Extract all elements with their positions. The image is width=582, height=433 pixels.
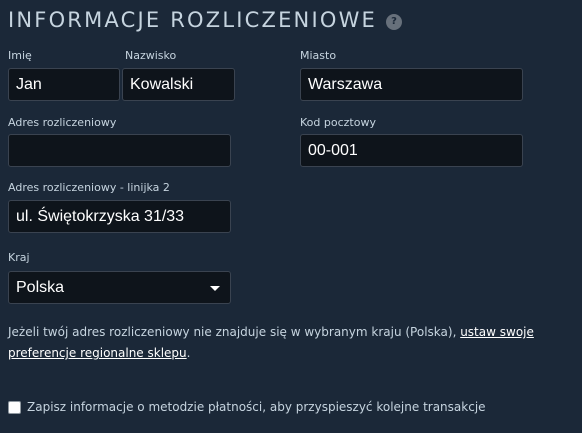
postal-code-input[interactable]: 00-001 [300, 134, 523, 167]
caret-down-icon [210, 286, 220, 291]
address2-label: Adres rozliczeniowy - linijka 2 [8, 181, 170, 194]
postal-code-label: Kod pocztowy [300, 116, 376, 129]
last-name-label: Nazwisko [125, 49, 177, 62]
region-notice-text: Jeżeli twój adres rozliczeniowy nie znaj… [8, 325, 461, 339]
city-label: Miasto [300, 49, 337, 62]
address-input[interactable] [8, 134, 231, 167]
country-select-value: Polska [16, 279, 65, 296]
region-notice-suffix: . [186, 346, 191, 360]
country-select[interactable]: Polska [8, 271, 231, 304]
country-label: Kraj [8, 251, 30, 264]
first-name-input[interactable]: Jan [8, 68, 120, 101]
last-name-input[interactable]: Kowalski [122, 68, 235, 101]
section-title: INFORMACJE ROZLICZENIOWE [8, 8, 377, 32]
save-payment-label[interactable]: Zapisz informacje o metodzie płatności, … [27, 399, 486, 415]
save-payment-checkbox[interactable] [8, 401, 21, 414]
address2-input[interactable]: ul. Świętokrzyska 31/33 [8, 200, 231, 233]
region-notice: Jeżeli twój adres rozliczeniowy nie znaj… [8, 322, 568, 364]
first-name-label: Imię [8, 49, 32, 62]
city-input[interactable]: Warszawa [300, 68, 523, 101]
help-icon[interactable]: ? [386, 14, 402, 30]
address-label: Adres rozliczeniowy [8, 116, 117, 129]
